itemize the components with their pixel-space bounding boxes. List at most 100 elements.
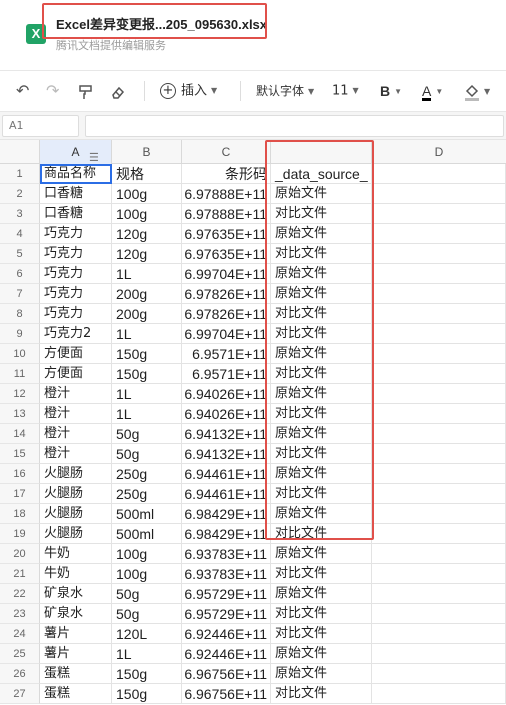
cell-c[interactable]: 6.96756E+11	[182, 664, 271, 684]
cell-b[interactable]: 150g	[112, 684, 182, 704]
bold-button[interactable]: B ▼	[380, 71, 402, 111]
row-number[interactable]: 17	[0, 484, 40, 504]
cell-d[interactable]: 原始文件	[271, 644, 372, 664]
cell-a[interactable]: 火腿肠	[40, 464, 112, 484]
cell-empty[interactable]	[372, 564, 506, 584]
cell-c[interactable]: 6.93783E+11	[182, 564, 271, 584]
cell-d[interactable]: 对比文件	[271, 444, 372, 464]
cell-b[interactable]: 200g	[112, 284, 182, 304]
cell-a[interactable]: 商品名称	[40, 164, 112, 184]
cell-b[interactable]: 1L	[112, 384, 182, 404]
cell-b[interactable]: 120L	[112, 624, 182, 644]
cell-b[interactable]: 1L	[112, 644, 182, 664]
cell-d[interactable]: 原始文件	[271, 384, 372, 404]
cell-d[interactable]: 原始文件	[271, 464, 372, 484]
redo-icon[interactable]: ↷	[46, 71, 59, 111]
row-number[interactable]: 23	[0, 604, 40, 624]
cell-empty[interactable]	[372, 364, 506, 384]
cell-d[interactable]: 对比文件	[271, 244, 372, 264]
cell-b[interactable]: 150g	[112, 364, 182, 384]
cell-c[interactable]: 6.97888E+11	[182, 184, 271, 204]
cell-a[interactable]: 橙汁	[40, 444, 112, 464]
cell-a[interactable]: 火腿肠	[40, 504, 112, 524]
column-header-a[interactable]: A ☰	[40, 140, 112, 164]
cell-c[interactable]: 条形码	[182, 164, 271, 184]
cell-a[interactable]: 巧克力2	[40, 324, 112, 344]
cell-c[interactable]: 6.97888E+11	[182, 204, 271, 224]
row-number[interactable]: 22	[0, 584, 40, 604]
insert-button[interactable]: + 插入 ▼	[160, 71, 217, 111]
cell-d[interactable]: 对比文件	[271, 484, 372, 504]
cell-d[interactable]: 对比文件	[271, 304, 372, 324]
cell-c[interactable]: 6.9571E+11	[182, 364, 271, 384]
cell-empty[interactable]	[372, 444, 506, 464]
cell-a[interactable]: 橙汁	[40, 404, 112, 424]
undo-icon[interactable]: ↶	[16, 71, 29, 111]
row-number[interactable]: 1	[0, 164, 40, 184]
cell-empty[interactable]	[372, 464, 506, 484]
cell-c[interactable]: 6.97826E+11	[182, 284, 271, 304]
cell-empty[interactable]	[372, 624, 506, 644]
cell-empty[interactable]	[372, 184, 506, 204]
cell-empty[interactable]	[372, 284, 506, 304]
cell-a[interactable]: 巧克力	[40, 304, 112, 324]
cell-a[interactable]: 口香糖	[40, 184, 112, 204]
cell-d[interactable]: 原始文件	[271, 664, 372, 684]
row-number[interactable]: 11	[0, 364, 40, 384]
cell-a[interactable]: 橙汁	[40, 384, 112, 404]
cell-d[interactable]: 原始文件	[271, 504, 372, 524]
file-title[interactable]: Excel差异变更报...205_095630.xlsx	[56, 14, 267, 33]
cell-a[interactable]: 巧克力	[40, 284, 112, 304]
cell-empty[interactable]	[372, 324, 506, 344]
cell-b[interactable]: 100g	[112, 564, 182, 584]
row-number[interactable]: 24	[0, 624, 40, 644]
cell-a[interactable]: 蛋糕	[40, 684, 112, 704]
row-number[interactable]: 26	[0, 664, 40, 684]
row-number[interactable]: 12	[0, 384, 40, 404]
cell-empty[interactable]	[372, 344, 506, 364]
cell-empty[interactable]	[372, 224, 506, 244]
cell-d[interactable]: 对比文件	[271, 204, 372, 224]
cell-a[interactable]: 巧克力	[40, 224, 112, 244]
row-number[interactable]: 15	[0, 444, 40, 464]
cell-d[interactable]: 对比文件	[271, 524, 372, 544]
font-color-button[interactable]: A ▼	[422, 71, 443, 111]
cell-b[interactable]: 100g	[112, 544, 182, 564]
cell-a[interactable]: 薯片	[40, 624, 112, 644]
cell-empty[interactable]	[372, 484, 506, 504]
cell-c[interactable]: 6.99704E+11	[182, 264, 271, 284]
cell-b[interactable]: 120g	[112, 244, 182, 264]
cell-empty[interactable]	[372, 684, 506, 704]
cell-d[interactable]: 原始文件	[271, 264, 372, 284]
cell-b[interactable]: 1L	[112, 324, 182, 344]
cell-c[interactable]: 6.92446E+11	[182, 644, 271, 664]
cell-a[interactable]: 火腿肠	[40, 524, 112, 544]
font-family-select[interactable]: 默认字体 ▼	[256, 71, 314, 111]
cell-empty[interactable]	[372, 304, 506, 324]
cell-b[interactable]: 250g	[112, 484, 182, 504]
cell-d[interactable]: 对比文件	[271, 324, 372, 344]
cell-empty[interactable]	[372, 264, 506, 284]
cell-empty[interactable]	[372, 664, 506, 684]
cell-b[interactable]: 120g	[112, 224, 182, 244]
cell-c[interactable]: 6.97826E+11	[182, 304, 271, 324]
cell-d[interactable]: 原始文件	[271, 584, 372, 604]
format-painter-icon[interactable]	[78, 71, 94, 111]
cell-c[interactable]: 6.94026E+11	[182, 404, 271, 424]
cell-d[interactable]: _data_source_	[271, 164, 372, 184]
cell-b[interactable]: 50g	[112, 424, 182, 444]
cell-d[interactable]: 原始文件	[271, 344, 372, 364]
row-number[interactable]: 3	[0, 204, 40, 224]
cell-b[interactable]: 50g	[112, 584, 182, 604]
cell-a[interactable]: 牛奶	[40, 544, 112, 564]
cell-d[interactable]: 对比文件	[271, 604, 372, 624]
cell-d[interactable]: 原始文件	[271, 424, 372, 444]
cell-a[interactable]: 方便面	[40, 344, 112, 364]
cell-empty[interactable]	[372, 204, 506, 224]
cell-empty[interactable]	[372, 384, 506, 404]
cell-c[interactable]: 6.95729E+11	[182, 604, 271, 624]
clear-format-icon[interactable]	[110, 71, 126, 111]
row-number[interactable]: 21	[0, 564, 40, 584]
row-number[interactable]: 20	[0, 544, 40, 564]
cell-c[interactable]: 6.94132E+11	[182, 444, 271, 464]
